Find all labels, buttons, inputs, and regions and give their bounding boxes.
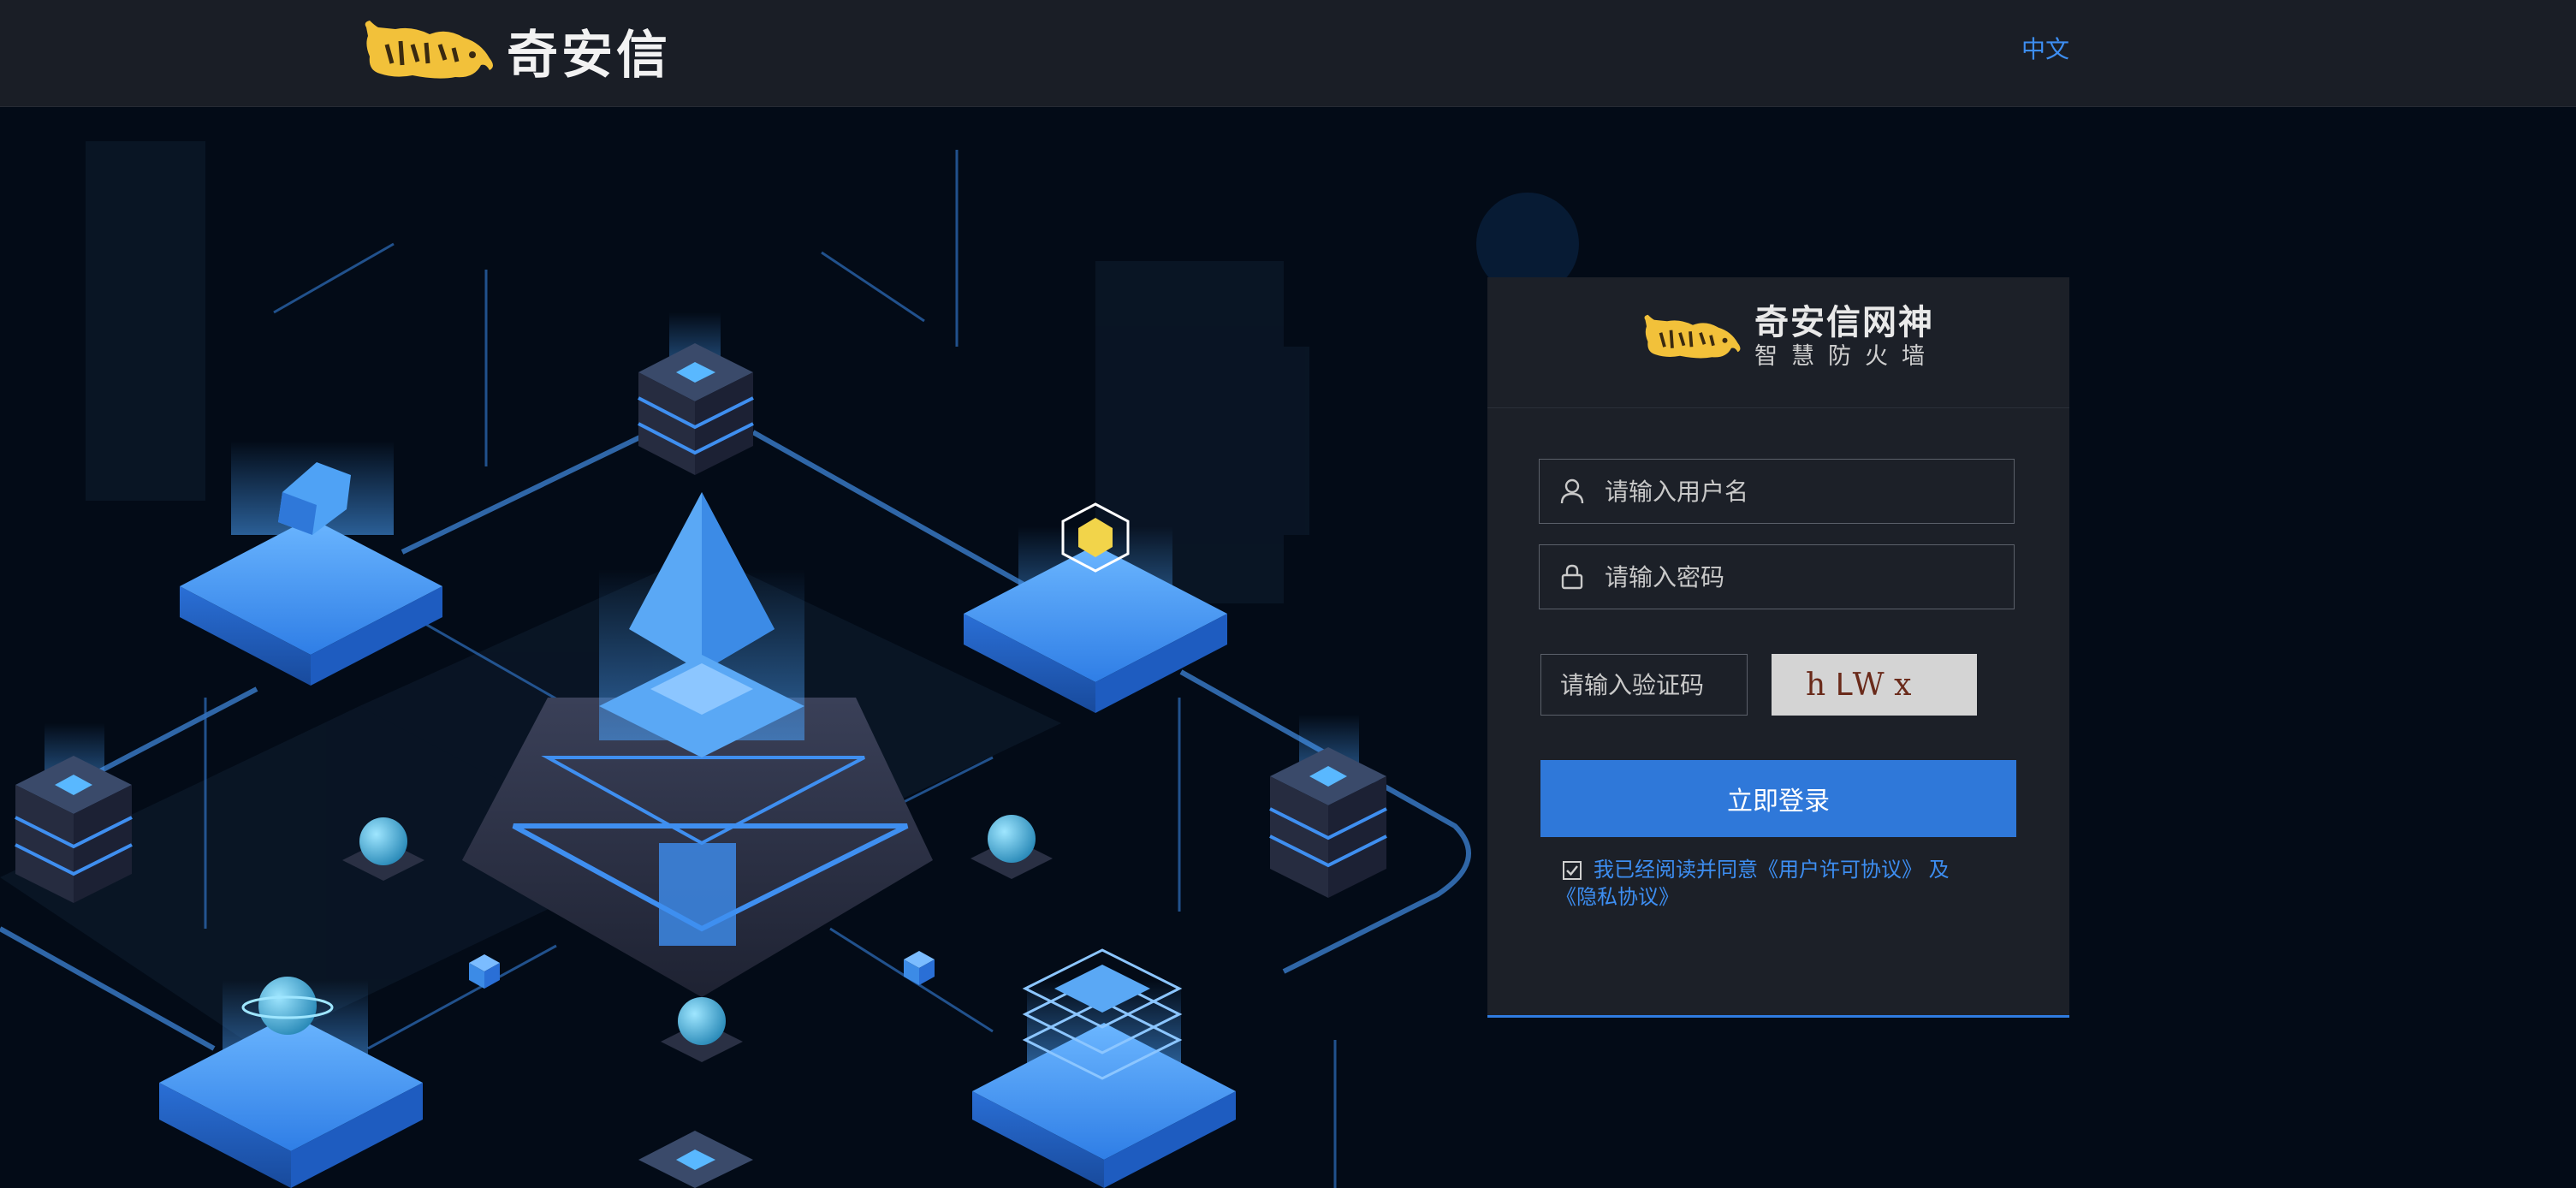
license-agreement-link[interactable]: 《用户许可协议》 xyxy=(1758,858,1922,882)
brand-name: 奇安信 xyxy=(507,25,671,86)
captcha-image[interactable]: h ᒪW x xyxy=(1772,654,1977,716)
tiger-logo-icon xyxy=(1644,314,1741,359)
lock-icon xyxy=(1540,544,1605,609)
product-name: 奇安信网神 xyxy=(1754,303,1934,342)
tiger-logo-icon xyxy=(365,21,493,79)
captcha-glyphs: h ᒪW x xyxy=(1806,668,1911,703)
login-button[interactable]: 立即登录 xyxy=(1540,760,2016,837)
password-input[interactable] xyxy=(1605,562,1981,591)
agreement-line-1: 我已经阅读并同意《用户许可协议》 及 xyxy=(1594,856,2004,883)
agreement-and: 及 xyxy=(1922,858,1950,882)
login-panel: 奇安信网神 智慧防火墙 h ᒪW x 立 xyxy=(1487,277,2069,1018)
panel-header: 奇安信网神 智慧防火墙 xyxy=(1487,277,2069,408)
username-input[interactable] xyxy=(1605,477,1981,506)
language-switch[interactable]: 中文 xyxy=(2021,31,2069,65)
captcha-field[interactable] xyxy=(1540,654,1748,716)
captcha-text: h ᒪW x xyxy=(1806,668,1911,703)
agreement-prefix: 我已经阅读并同意 xyxy=(1594,858,1758,882)
product-subtitle: 智慧防火墙 xyxy=(1754,343,1938,370)
password-field[interactable] xyxy=(1539,544,2015,609)
agreement-line-2: 《隐私协议》 xyxy=(1556,883,2001,911)
user-icon xyxy=(1540,459,1605,524)
product-logo: 奇安信网神 智慧防火墙 xyxy=(1641,303,1938,371)
captcha-input[interactable] xyxy=(1560,670,1740,699)
isometric-network-illustration xyxy=(0,141,1579,1188)
product-brand: 奇安信网神 智慧防火墙 xyxy=(1754,303,1938,371)
username-field[interactable] xyxy=(1539,459,2015,524)
checkbox-checked-icon[interactable] xyxy=(1563,859,1582,880)
brand: 奇安信 xyxy=(361,15,671,86)
top-bar: 奇安信 中文 xyxy=(0,0,2576,107)
privacy-agreement-link[interactable]: 《隐私协议》 xyxy=(1556,885,1679,909)
